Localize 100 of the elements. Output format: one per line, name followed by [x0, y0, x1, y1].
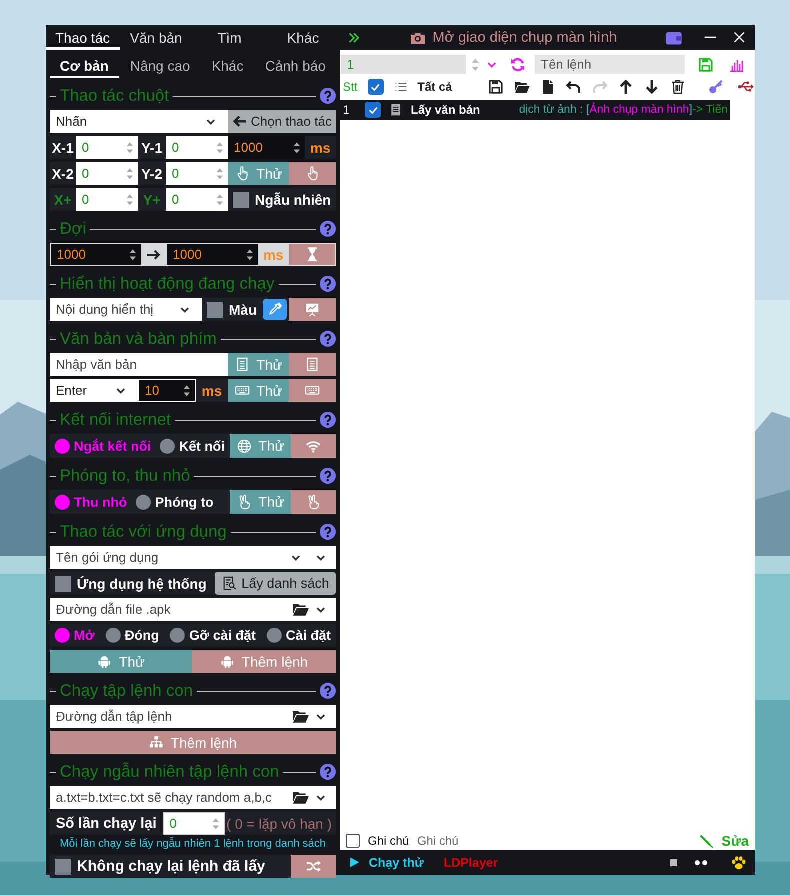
folder-icon[interactable]: [292, 789, 309, 806]
number-field[interactable]: 0: [166, 136, 228, 159]
radio-button[interactable]: [55, 628, 70, 643]
checkbox[interactable]: [207, 302, 223, 318]
radio-button[interactable]: [170, 628, 186, 643]
icon-button[interactable]: [289, 298, 336, 321]
radio-button[interactable]: [160, 438, 176, 454]
radio-label: Kết nối: [179, 438, 226, 454]
tab[interactable]: Thao tác: [46, 25, 120, 50]
arrow-left-icon: [232, 114, 248, 129]
path-field[interactable]: Đường dẫn tập lệnh: [50, 705, 336, 728]
radio-button[interactable]: [55, 494, 70, 510]
number-field[interactable]: 0: [76, 136, 138, 159]
shuffle-button[interactable]: [291, 855, 336, 878]
help-icon[interactable]: [320, 683, 336, 699]
path-input[interactable]: Đường dẫn file .apk: [50, 598, 287, 621]
radio-button[interactable]: [55, 438, 70, 454]
icon-button[interactable]: [289, 162, 336, 185]
paw-icon[interactable]: [731, 854, 747, 870]
command-name: Lấy văn bản: [411, 103, 480, 117]
save-icon[interactable]: [488, 79, 504, 95]
number-field[interactable]: 0: [76, 162, 138, 185]
folder-icon[interactable]: [292, 601, 309, 618]
help-icon[interactable]: [320, 276, 336, 292]
number-field[interactable]: 0: [162, 812, 225, 835]
list-button[interactable]: Lấy danh sách: [215, 572, 336, 595]
refresh-icon[interactable]: [510, 56, 526, 72]
path-input[interactable]: Đường dẫn tập lệnh: [50, 705, 287, 728]
coordinate-label: X+: [53, 190, 73, 210]
radio-button[interactable]: [106, 628, 121, 643]
dropdown[interactable]: Nội dung hiển thị: [50, 298, 202, 321]
column-label: Stt: [343, 80, 358, 94]
number-field[interactable]: 1000: [228, 136, 305, 159]
dropdown-input[interactable]: Nội dung hiển thị: [50, 298, 173, 321]
checkbox[interactable]: [346, 834, 360, 848]
icon-button[interactable]: [289, 379, 336, 402]
pick-button[interactable]: Chọn thao tác: [228, 110, 336, 133]
path-input[interactable]: a.txt=b.txt=c.txt sẽ chạy random a,b,c: [50, 786, 287, 809]
coordinate-label: Y-2: [140, 164, 164, 184]
number-field[interactable]: 0: [166, 162, 228, 185]
sub-tab[interactable]: Nâng cao: [120, 54, 200, 78]
keyboard-icon: [234, 383, 250, 398]
help-icon[interactable]: [320, 468, 336, 484]
radio-button[interactable]: [266, 628, 282, 643]
key-icon[interactable]: [708, 79, 724, 95]
checkbox[interactable]: [233, 192, 249, 208]
help-icon[interactable]: [320, 331, 336, 347]
checkbox[interactable]: [55, 858, 71, 874]
help-icon[interactable]: [320, 412, 336, 428]
undo-icon[interactable]: [566, 79, 582, 95]
hand-icon: [306, 494, 321, 510]
radio-button[interactable]: [136, 494, 152, 510]
icon-button[interactable]: [291, 434, 336, 458]
tab[interactable]: Tìm: [193, 25, 266, 50]
path-field[interactable]: Đường dẫn file .apk: [50, 598, 336, 621]
checkbox-label: Ghi chú: [368, 834, 410, 848]
color-picker-button[interactable]: [263, 299, 287, 320]
help-icon[interactable]: [320, 88, 336, 104]
pencil-icon: [698, 834, 714, 848]
number-field[interactable]: 0: [76, 188, 138, 211]
list-icon: [394, 80, 408, 94]
tab[interactable]: Văn bản: [120, 25, 193, 50]
number-field[interactable]: 0: [166, 188, 228, 211]
help-icon[interactable]: [320, 524, 336, 540]
folder-icon[interactable]: [514, 79, 530, 95]
arrow-up-icon[interactable]: [618, 79, 634, 95]
command-detail: dịch từ ảnh : [Ảnh chụp màn hình]-> Tiến: [519, 104, 728, 116]
folder-icon[interactable]: [292, 708, 309, 725]
chevrons-right-icon[interactable]: [348, 30, 362, 44]
document-icon: [234, 357, 250, 372]
coordinate-label: Y+: [142, 190, 162, 210]
sub-tab[interactable]: Khác: [202, 54, 254, 78]
icon-button[interactable]: [291, 490, 336, 514]
text-field[interactable]: Nhập văn bản: [50, 353, 228, 376]
dropdown[interactable]: Tên gói ứng dụng: [50, 546, 336, 569]
note-field[interactable]: Ghi chú: [417, 834, 498, 848]
trash-icon[interactable]: [670, 79, 686, 95]
dropdown-input[interactable]: Tên gói ứng dụng: [50, 546, 284, 569]
command-name-field[interactable]: Tên lệnh: [535, 55, 685, 74]
checkbox[interactable]: [55, 576, 71, 592]
sub-tab[interactable]: Cơ bản: [50, 54, 119, 78]
arrow-down-icon[interactable]: [644, 79, 660, 95]
checkbox[interactable]: [365, 102, 381, 118]
help-icon[interactable]: [320, 764, 336, 780]
icon-button[interactable]: [289, 353, 336, 376]
coordinate-label: Y-1: [140, 138, 164, 158]
help-icon[interactable]: [320, 221, 336, 237]
path-field[interactable]: a.txt=b.txt=c.txt sẽ chạy random a,b,c: [50, 786, 336, 809]
document-icon: [305, 357, 320, 372]
run-button[interactable]: Chạy thử: [348, 856, 424, 870]
checkbox[interactable]: [368, 79, 384, 95]
hint-text: Mỗi lần chạy sẽ lấy ngẫu nhiên 1 lệnh trong danh sách: [58, 838, 327, 852]
tab[interactable]: Khác: [266, 25, 340, 50]
close-icon[interactable]: [732, 30, 747, 45]
dropdown[interactable]: Nhấn: [50, 110, 228, 133]
dropdown[interactable]: Enter: [50, 379, 138, 402]
sub-tab[interactable]: Cảnh báo: [255, 54, 336, 78]
chart-board-icon: [305, 302, 320, 317]
checkbox-label: Ngẫu nhiên: [255, 192, 332, 208]
number-field[interactable]: 10: [138, 379, 196, 402]
